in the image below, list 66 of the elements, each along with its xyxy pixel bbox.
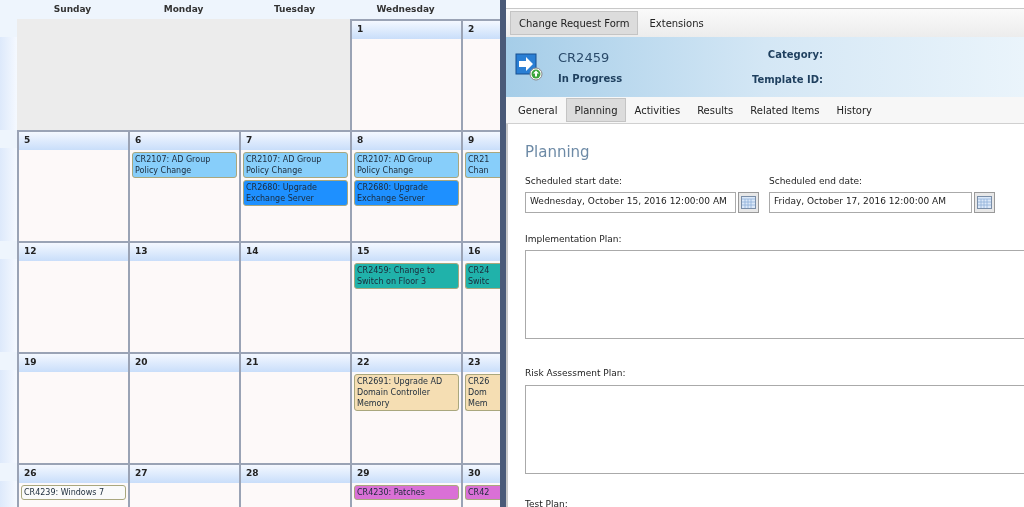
field-label: Scheduled end date: <box>769 175 864 188</box>
field-label: Category: <box>767 48 823 62</box>
section-tab[interactable]: History <box>828 98 880 122</box>
day-number: 16 <box>468 245 481 259</box>
event-entry[interactable]: CR2459: Change to Switch on Floor 3 <box>354 263 459 289</box>
day-number: 29 <box>357 467 370 481</box>
date-field[interactable]: Wednesday, October 15, 2016 12:00:00 AM <box>525 191 736 213</box>
day-number: 22 <box>357 356 370 370</box>
weekday-header: Monday <box>163 2 204 16</box>
day-number: 5 <box>24 134 31 148</box>
day-number: 7 <box>246 134 253 148</box>
day-number: 6 <box>135 134 142 148</box>
event-entry[interactable]: CR2680: Upgrade Exchange Server <box>243 180 348 206</box>
calendar-icon <box>977 195 992 209</box>
plan-text-area[interactable] <box>525 250 1024 339</box>
date-field[interactable]: Friday, October 17, 2016 12:00:00 AM <box>769 191 972 213</box>
event-entry[interactable]: CR2107: AD Group Policy Change <box>354 152 459 178</box>
day-number: 15 <box>357 245 370 259</box>
day-number: 13 <box>135 245 148 259</box>
event-entry[interactable]: CR2680: Upgrade Exchange Server <box>354 180 459 206</box>
event-entry[interactable]: CR24 Switc <box>465 263 500 289</box>
weekday-header: Sunday <box>53 2 92 16</box>
form-tab[interactable]: Extensions <box>640 11 713 35</box>
event-entry[interactable]: CR21 Chan <box>465 152 500 178</box>
section-tab[interactable]: Related Items <box>742 98 828 122</box>
event-entry[interactable]: CR2691: Upgrade AD Domain Controller Memory <box>354 374 459 411</box>
day-number: 26 <box>24 467 37 481</box>
section-tab[interactable]: Planning <box>566 98 626 122</box>
event-entry[interactable]: CR2107: AD Group Policy Change <box>132 152 237 178</box>
weekday-header: Tuesday <box>273 2 316 16</box>
calendar-icon <box>741 195 756 209</box>
event-entry[interactable]: CR26 Dom Mem <box>465 374 500 411</box>
section-tab[interactable]: Activities <box>626 98 689 122</box>
day-number: 21 <box>246 356 259 370</box>
event-entry[interactable]: CR4239: Windows 7 <box>21 485 126 500</box>
day-number: 30 <box>468 467 481 481</box>
section-tab[interactable]: General <box>510 98 566 122</box>
day-number: 23 <box>468 356 481 370</box>
section-tab[interactable]: Results <box>689 98 742 122</box>
plan-text-area[interactable] <box>525 384 1024 474</box>
status-text: In Progress <box>558 72 624 87</box>
day-number: 12 <box>24 245 37 259</box>
event-entry[interactable]: CR42 <box>465 485 500 500</box>
day-number: 9 <box>468 134 475 148</box>
field-label: Scheduled start date: <box>525 175 624 188</box>
day-number: 27 <box>135 467 148 481</box>
field-label: Test Plan: <box>525 497 569 507</box>
day-number: 20 <box>135 356 148 370</box>
record-id: CR2459 <box>558 48 611 67</box>
day-number: 8 <box>357 134 364 148</box>
weekday-header: Wednesday <box>376 2 435 16</box>
day-number: 2 <box>468 23 475 37</box>
field-label: Template ID: <box>751 73 823 87</box>
calendar-picker-button[interactable] <box>974 191 995 213</box>
field-label: Risk Assessment Plan: <box>525 367 627 380</box>
field-label: Implementation Plan: <box>525 232 623 246</box>
calendar-picker-button[interactable] <box>738 191 759 213</box>
day-number: 19 <box>24 356 37 370</box>
event-entry[interactable]: CR4230: Patches <box>354 485 459 500</box>
form-tab[interactable]: Change Request Form <box>510 11 639 35</box>
day-number: 1 <box>357 23 364 37</box>
event-entry[interactable]: CR2107: AD Group Policy Change <box>243 152 348 178</box>
day-number: 28 <box>246 467 259 481</box>
change-request-icon <box>514 52 544 82</box>
day-number: 14 <box>246 245 259 259</box>
section-title: Planning <box>525 142 591 161</box>
